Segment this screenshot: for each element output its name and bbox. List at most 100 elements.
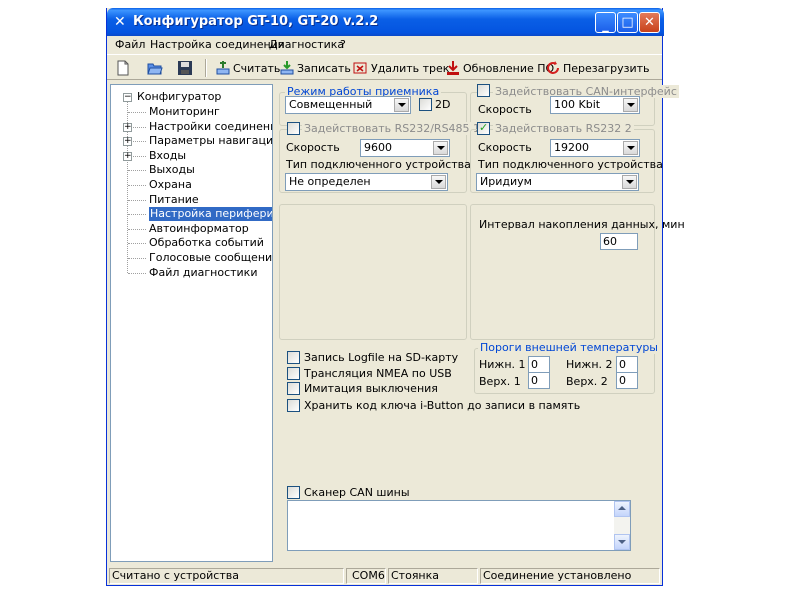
tree-item[interactable]: Входы bbox=[149, 149, 186, 163]
tree-connector-line bbox=[128, 243, 146, 244]
title-bar[interactable]: ✕ Конфигуратор GT-10, GT-20 v.2.2 _ □ ✕ bbox=[107, 8, 664, 36]
status-bar: Считано с устройства COM6 Стоянка Соедин… bbox=[107, 566, 662, 585]
floppy-disk-icon bbox=[178, 61, 192, 75]
mode-2d-checkbox[interactable] bbox=[419, 98, 432, 111]
temp-low2-input[interactable]: 0 bbox=[616, 356, 638, 373]
shutdown-simulation-label: Имитация выключения bbox=[304, 382, 438, 395]
tree-item[interactable]: Выходы bbox=[149, 163, 195, 177]
rs232-legend: Задействовать RS232 2 bbox=[493, 122, 634, 135]
chevron-down-icon bbox=[433, 141, 448, 155]
can-speed-select[interactable]: 100 Kbit bbox=[550, 96, 640, 114]
navigation-tree[interactable]: − Конфигуратор Мониторинг + Настройки соед… bbox=[110, 84, 273, 562]
rs485-device-select[interactable]: Не определен bbox=[285, 173, 448, 191]
tree-item[interactable]: Настройки соединения bbox=[149, 120, 272, 134]
tree-item[interactable]: Обработка событий bbox=[149, 236, 264, 250]
save-button[interactable] bbox=[177, 59, 195, 77]
close-icon: ✕ bbox=[644, 15, 655, 30]
rs485-enable-checkbox[interactable] bbox=[287, 122, 300, 135]
can-enable-checkbox[interactable] bbox=[477, 84, 490, 97]
receiver-mode-select[interactable]: Совмещенный bbox=[285, 96, 411, 114]
menu-help[interactable]: ? bbox=[340, 38, 346, 51]
status-mode: Стоянка bbox=[388, 568, 478, 584]
scroll-up-icon[interactable] bbox=[614, 501, 630, 517]
temp-high1-value: 0 bbox=[531, 374, 538, 387]
minimize-icon: _ bbox=[602, 18, 609, 33]
tree-item[interactable]: Мониторинг bbox=[149, 105, 220, 119]
restart-button[interactable]: Перезагрузить bbox=[545, 59, 650, 77]
tree-root[interactable]: Конфигуратор bbox=[137, 90, 221, 104]
mode-2d-label: 2D bbox=[435, 98, 451, 111]
rs232-speed-label: Скорость bbox=[478, 141, 532, 154]
minimize-button[interactable]: _ bbox=[595, 12, 616, 33]
can-speed-value: 100 Kbit bbox=[554, 98, 601, 111]
can-scanner-checkbox[interactable] bbox=[287, 486, 300, 499]
tree-item[interactable]: Питание bbox=[149, 193, 199, 207]
tools-icon: ✕ bbox=[114, 14, 126, 30]
chevron-down-icon bbox=[622, 175, 637, 189]
toolbar-separator bbox=[205, 59, 207, 77]
delete-track-button[interactable]: Удалить трек bbox=[353, 59, 449, 77]
interval-input[interactable]: 60 bbox=[600, 233, 638, 250]
open-button[interactable] bbox=[147, 59, 165, 77]
tree-item[interactable]: Настройка периферии bbox=[149, 207, 272, 221]
tree-expand-icon[interactable]: + bbox=[123, 152, 132, 161]
rs485-device-label: Тип подключенного устройства bbox=[286, 158, 471, 171]
temp-high1-label: Верх. 1 bbox=[479, 375, 521, 388]
can-speed-label: Скорость bbox=[478, 103, 532, 116]
tree-connector-line bbox=[128, 229, 146, 230]
new-document-icon bbox=[117, 60, 129, 76]
close-button[interactable]: ✕ bbox=[639, 12, 660, 33]
tree-collapse-icon[interactable]: − bbox=[123, 93, 132, 102]
interval-label: Интервал накопления данных, мин bbox=[479, 218, 685, 231]
temp-low1-input[interactable]: 0 bbox=[528, 356, 550, 373]
menu-connection-settings[interactable]: Настройка соединения bbox=[150, 38, 284, 51]
receiver-mode-value: Совмещенный bbox=[289, 98, 373, 111]
ibutton-keep-label: Хранить код ключа i-Button до записи в п… bbox=[304, 399, 581, 412]
write-button[interactable]: Записать bbox=[279, 59, 351, 77]
read-button[interactable]: Считать bbox=[215, 59, 280, 77]
chevron-down-icon bbox=[623, 141, 638, 155]
tree-connector-line bbox=[128, 273, 146, 274]
logfile-sd-checkbox[interactable] bbox=[287, 351, 300, 364]
can-scanner-label: Сканер CAN шины bbox=[304, 486, 410, 499]
tree-item[interactable]: Голосовые сообщения bbox=[149, 251, 272, 265]
menu-bar: Файл Настройка соединения Диагностика ? bbox=[107, 36, 662, 54]
maximize-button[interactable]: □ bbox=[617, 12, 638, 33]
rs232-enable-checkbox[interactable] bbox=[477, 121, 490, 135]
can-scanner-scrollbar[interactable] bbox=[614, 501, 630, 550]
write-label: Записать bbox=[297, 61, 351, 75]
menu-diagnostics[interactable]: Диагностика bbox=[269, 38, 344, 51]
new-button[interactable] bbox=[115, 59, 133, 77]
tree-connector-line bbox=[128, 185, 146, 186]
temp-high1-input[interactable]: 0 bbox=[528, 372, 550, 389]
temp-low2-value: 0 bbox=[619, 358, 626, 371]
menu-file[interactable]: Файл bbox=[115, 38, 145, 51]
temp-low2-label: Нижн. 2 bbox=[566, 358, 613, 371]
tree-item[interactable]: Параметры навигации bbox=[149, 134, 272, 148]
tree-item[interactable]: Автоинформатор bbox=[149, 222, 249, 236]
rs232-device-select[interactable]: Иридиум bbox=[476, 173, 639, 191]
tree-item[interactable]: Файл диагностики bbox=[149, 266, 257, 280]
firmware-update-button[interactable]: Обновление ПО bbox=[445, 59, 554, 77]
ibutton-keep-checkbox[interactable] bbox=[287, 399, 300, 412]
interval-value: 60 bbox=[603, 235, 617, 248]
shutdown-simulation-checkbox[interactable] bbox=[287, 382, 300, 395]
chevron-down-icon bbox=[431, 175, 446, 189]
chevron-down-icon bbox=[394, 98, 409, 112]
tree-expand-icon[interactable]: + bbox=[123, 137, 132, 146]
window-title: Конфигуратор GT-10, GT-20 v.2.2 bbox=[133, 14, 379, 29]
temp-high2-input[interactable]: 0 bbox=[616, 372, 638, 389]
status-message: Считано с устройства bbox=[109, 568, 344, 584]
read-label: Считать bbox=[233, 61, 281, 75]
scroll-down-icon[interactable] bbox=[614, 534, 630, 550]
temp-high2-value: 0 bbox=[619, 374, 626, 387]
empty-settings-panel bbox=[279, 204, 467, 340]
rs232-speed-select[interactable]: 19200 bbox=[550, 139, 640, 157]
temperature-legend: Пороги внешней температуры bbox=[478, 341, 660, 354]
nmea-usb-checkbox[interactable] bbox=[287, 367, 300, 380]
can-scanner-output[interactable] bbox=[287, 500, 631, 551]
tree-expand-icon[interactable]: + bbox=[123, 123, 132, 132]
rs485-speed-select[interactable]: 9600 bbox=[360, 139, 450, 157]
tree-item[interactable]: Охрана bbox=[149, 178, 192, 192]
rs485-device-value: Не определен bbox=[289, 175, 371, 188]
